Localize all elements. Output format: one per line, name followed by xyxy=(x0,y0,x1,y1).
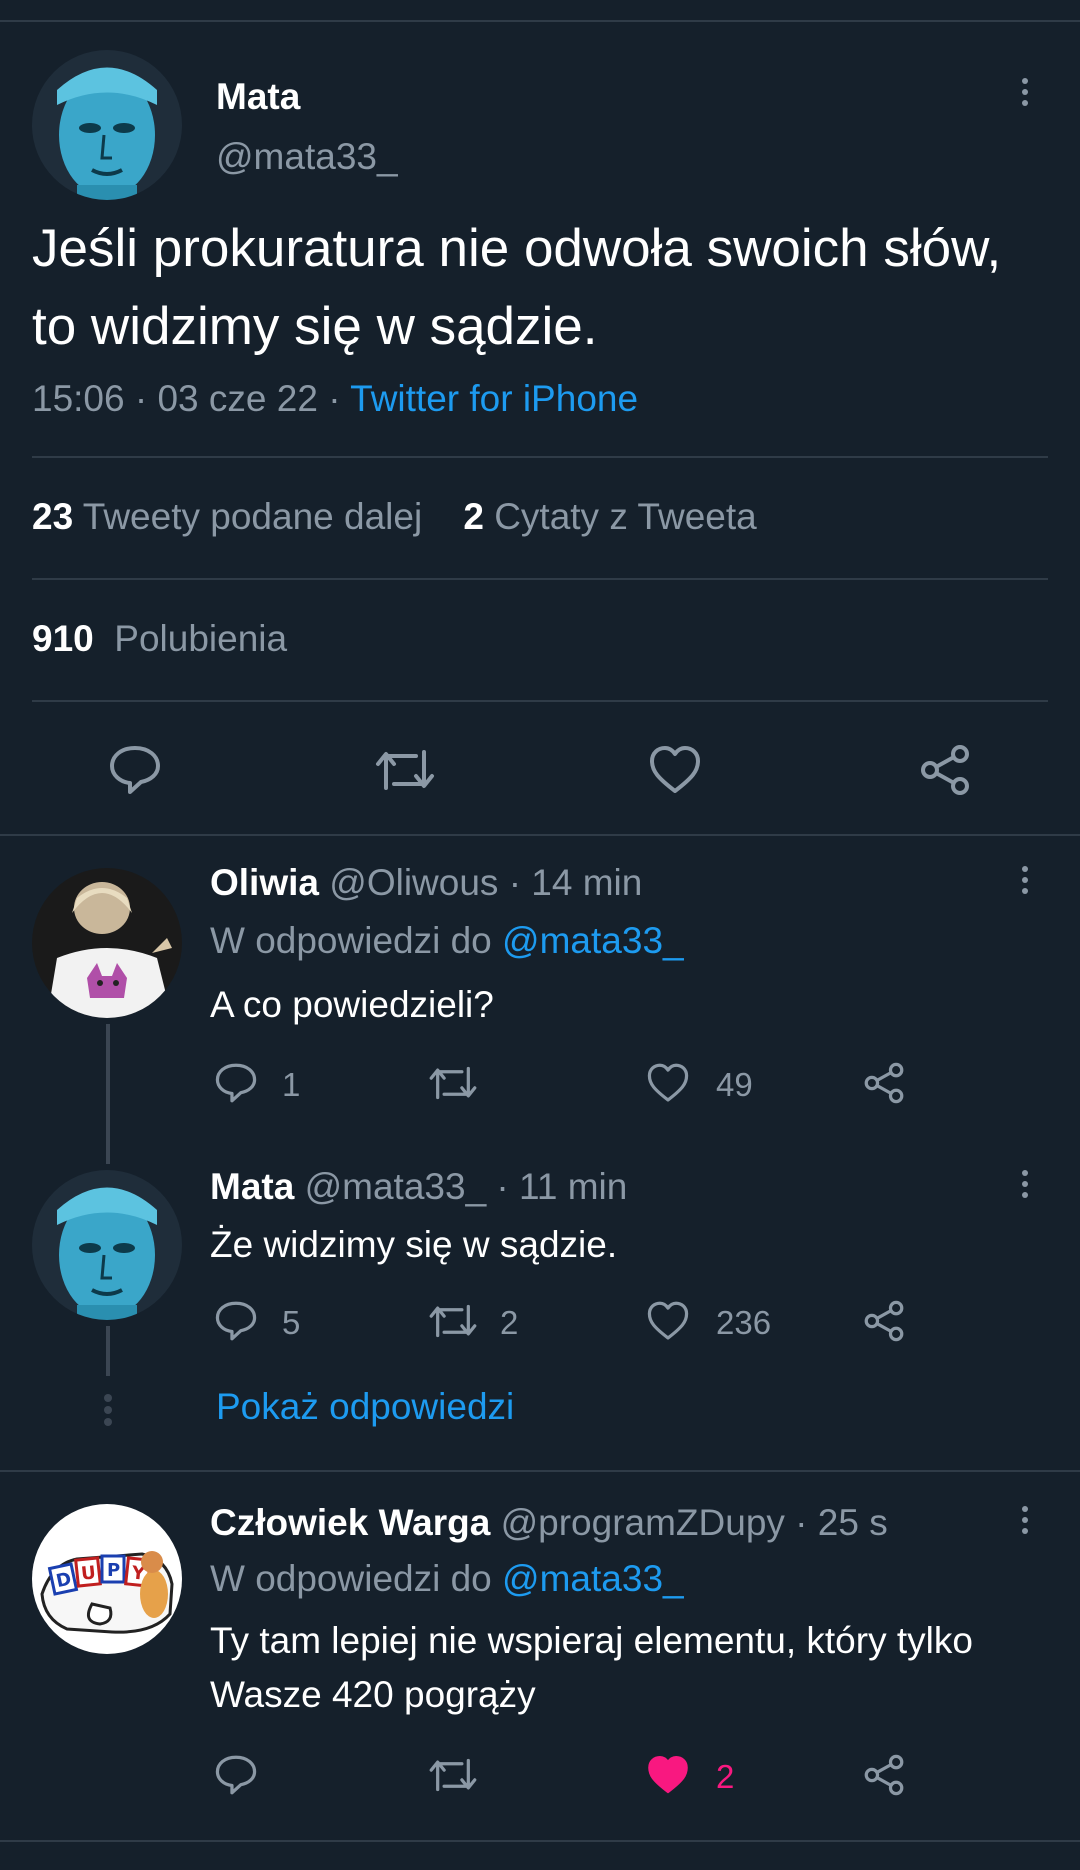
like-icon[interactable] xyxy=(646,1300,690,1342)
retweet-icon[interactable] xyxy=(374,744,436,796)
retweets-label: Tweety podane dalej xyxy=(82,496,423,537)
avatar-oliwia[interactable] xyxy=(32,868,182,1018)
quotes-label: Cytaty z Tweeta xyxy=(494,496,757,537)
divider xyxy=(32,700,1048,702)
reply-header: Człowiek Warga @programZDupy · 25 s xyxy=(210,1502,888,1544)
retweets-stat[interactable]: 23 Tweety podane dalej xyxy=(32,496,422,537)
tweet-source-link[interactable]: Twitter for iPhone xyxy=(350,378,638,419)
avatar-badge-letter-2: U xyxy=(80,1562,97,1584)
reply-text: Że widzimy się w sądzie. xyxy=(210,1224,618,1265)
reply-author-name[interactable]: Oliwia xyxy=(210,862,319,903)
divider xyxy=(0,834,1080,836)
share-icon[interactable] xyxy=(918,744,972,796)
reply-icon[interactable] xyxy=(108,744,162,796)
retweet-count: 2 xyxy=(500,1304,519,1341)
more-icon[interactable] xyxy=(1020,1170,1030,1204)
top-divider xyxy=(0,20,1080,22)
reply-text: A co powiedzieli? xyxy=(210,984,494,1025)
quotes-count: 2 xyxy=(463,496,484,537)
like-count: 236 xyxy=(716,1304,772,1341)
tweet-meta: 15:06 · 03 cze 22 · Twitter for iPhone xyxy=(32,378,638,420)
quotes-stat[interactable]: 2 Cytaty z Tweeta xyxy=(463,496,756,537)
tweet-timestamp: 15:06 · 03 cze 22 · xyxy=(32,378,351,419)
retweet-icon[interactable] xyxy=(428,1754,478,1796)
avatar-mata[interactable] xyxy=(32,1170,182,1320)
divider xyxy=(0,1470,1080,1472)
divider xyxy=(32,456,1048,458)
more-icon[interactable] xyxy=(1020,78,1030,112)
share-icon[interactable] xyxy=(862,1754,906,1796)
reply-icon[interactable] xyxy=(214,1754,258,1796)
thread-line xyxy=(106,1024,110,1164)
retweet-quote-stats: 23 Tweety podane dalej 2 Cytaty z Tweeta xyxy=(32,496,757,538)
replying-to-prefix: W odpowiedzi do xyxy=(210,920,492,961)
replying-to-prefix: W odpowiedzi do xyxy=(210,1558,492,1599)
avatar-czlowiek-warga[interactable]: D U P Y xyxy=(32,1504,182,1654)
reply-icon[interactable] xyxy=(214,1300,258,1342)
likes-count: 910 xyxy=(32,618,94,659)
reply-handle-time[interactable]: @Oliwous · 14 min xyxy=(329,862,642,903)
show-replies-link[interactable]: Pokaż odpowiedzi xyxy=(216,1386,514,1428)
replying-to-handle[interactable]: @mata33_ xyxy=(502,920,684,961)
reply-header: Mata @mata33_ · 11 min xyxy=(210,1166,627,1208)
likes-label: Polubienia xyxy=(114,618,288,659)
more-icon[interactable] xyxy=(1020,1506,1030,1540)
reply-icon[interactable] xyxy=(214,1062,258,1104)
more-icon[interactable] xyxy=(1020,866,1030,900)
replying-to: W odpowiedzi do @mata33_ xyxy=(210,920,684,962)
likes-stat[interactable]: 910 Polubienia xyxy=(32,618,287,660)
thread-line xyxy=(106,1326,110,1376)
author-handle[interactable]: @mata33_ xyxy=(216,136,398,178)
reply-text: Ty tam lepiej nie wspieraj elementu, któ… xyxy=(210,1620,973,1715)
reply-handle-time[interactable]: @mata33_ · 11 min xyxy=(305,1166,628,1207)
like-icon[interactable] xyxy=(648,744,702,796)
tweet-text: Jeśli prokuratura nie odwoła swoich słów… xyxy=(32,219,1002,356)
retweets-count: 23 xyxy=(32,496,74,537)
reply-count: 1 xyxy=(282,1066,301,1103)
reply-author-name[interactable]: Człowiek Warga xyxy=(210,1502,490,1543)
bottom-divider xyxy=(0,1840,1080,1842)
reply-handle-time[interactable]: @programZDupy · 25 s xyxy=(501,1502,888,1543)
replying-to: W odpowiedzi do @mata33_ xyxy=(210,1558,684,1600)
like-count: 2 xyxy=(716,1758,735,1795)
author-avatar-mata[interactable] xyxy=(32,50,182,200)
like-icon[interactable] xyxy=(646,1062,690,1104)
liked-heart-icon[interactable] xyxy=(646,1754,690,1796)
like-count: 49 xyxy=(716,1066,753,1103)
retweet-icon[interactable] xyxy=(428,1062,478,1104)
share-icon[interactable] xyxy=(862,1300,906,1342)
reply-count: 5 xyxy=(282,1304,301,1341)
author-name[interactable]: Mata xyxy=(216,76,300,118)
divider xyxy=(32,578,1048,580)
reply-header: Oliwia @Oliwous · 14 min xyxy=(210,862,642,904)
share-icon[interactable] xyxy=(862,1062,906,1104)
retweet-icon[interactable] xyxy=(428,1300,478,1342)
reply-author-name[interactable]: Mata xyxy=(210,1166,294,1207)
avatar-badge-letter-3: P xyxy=(107,1560,120,1581)
replying-to-handle[interactable]: @mata33_ xyxy=(502,1558,684,1599)
